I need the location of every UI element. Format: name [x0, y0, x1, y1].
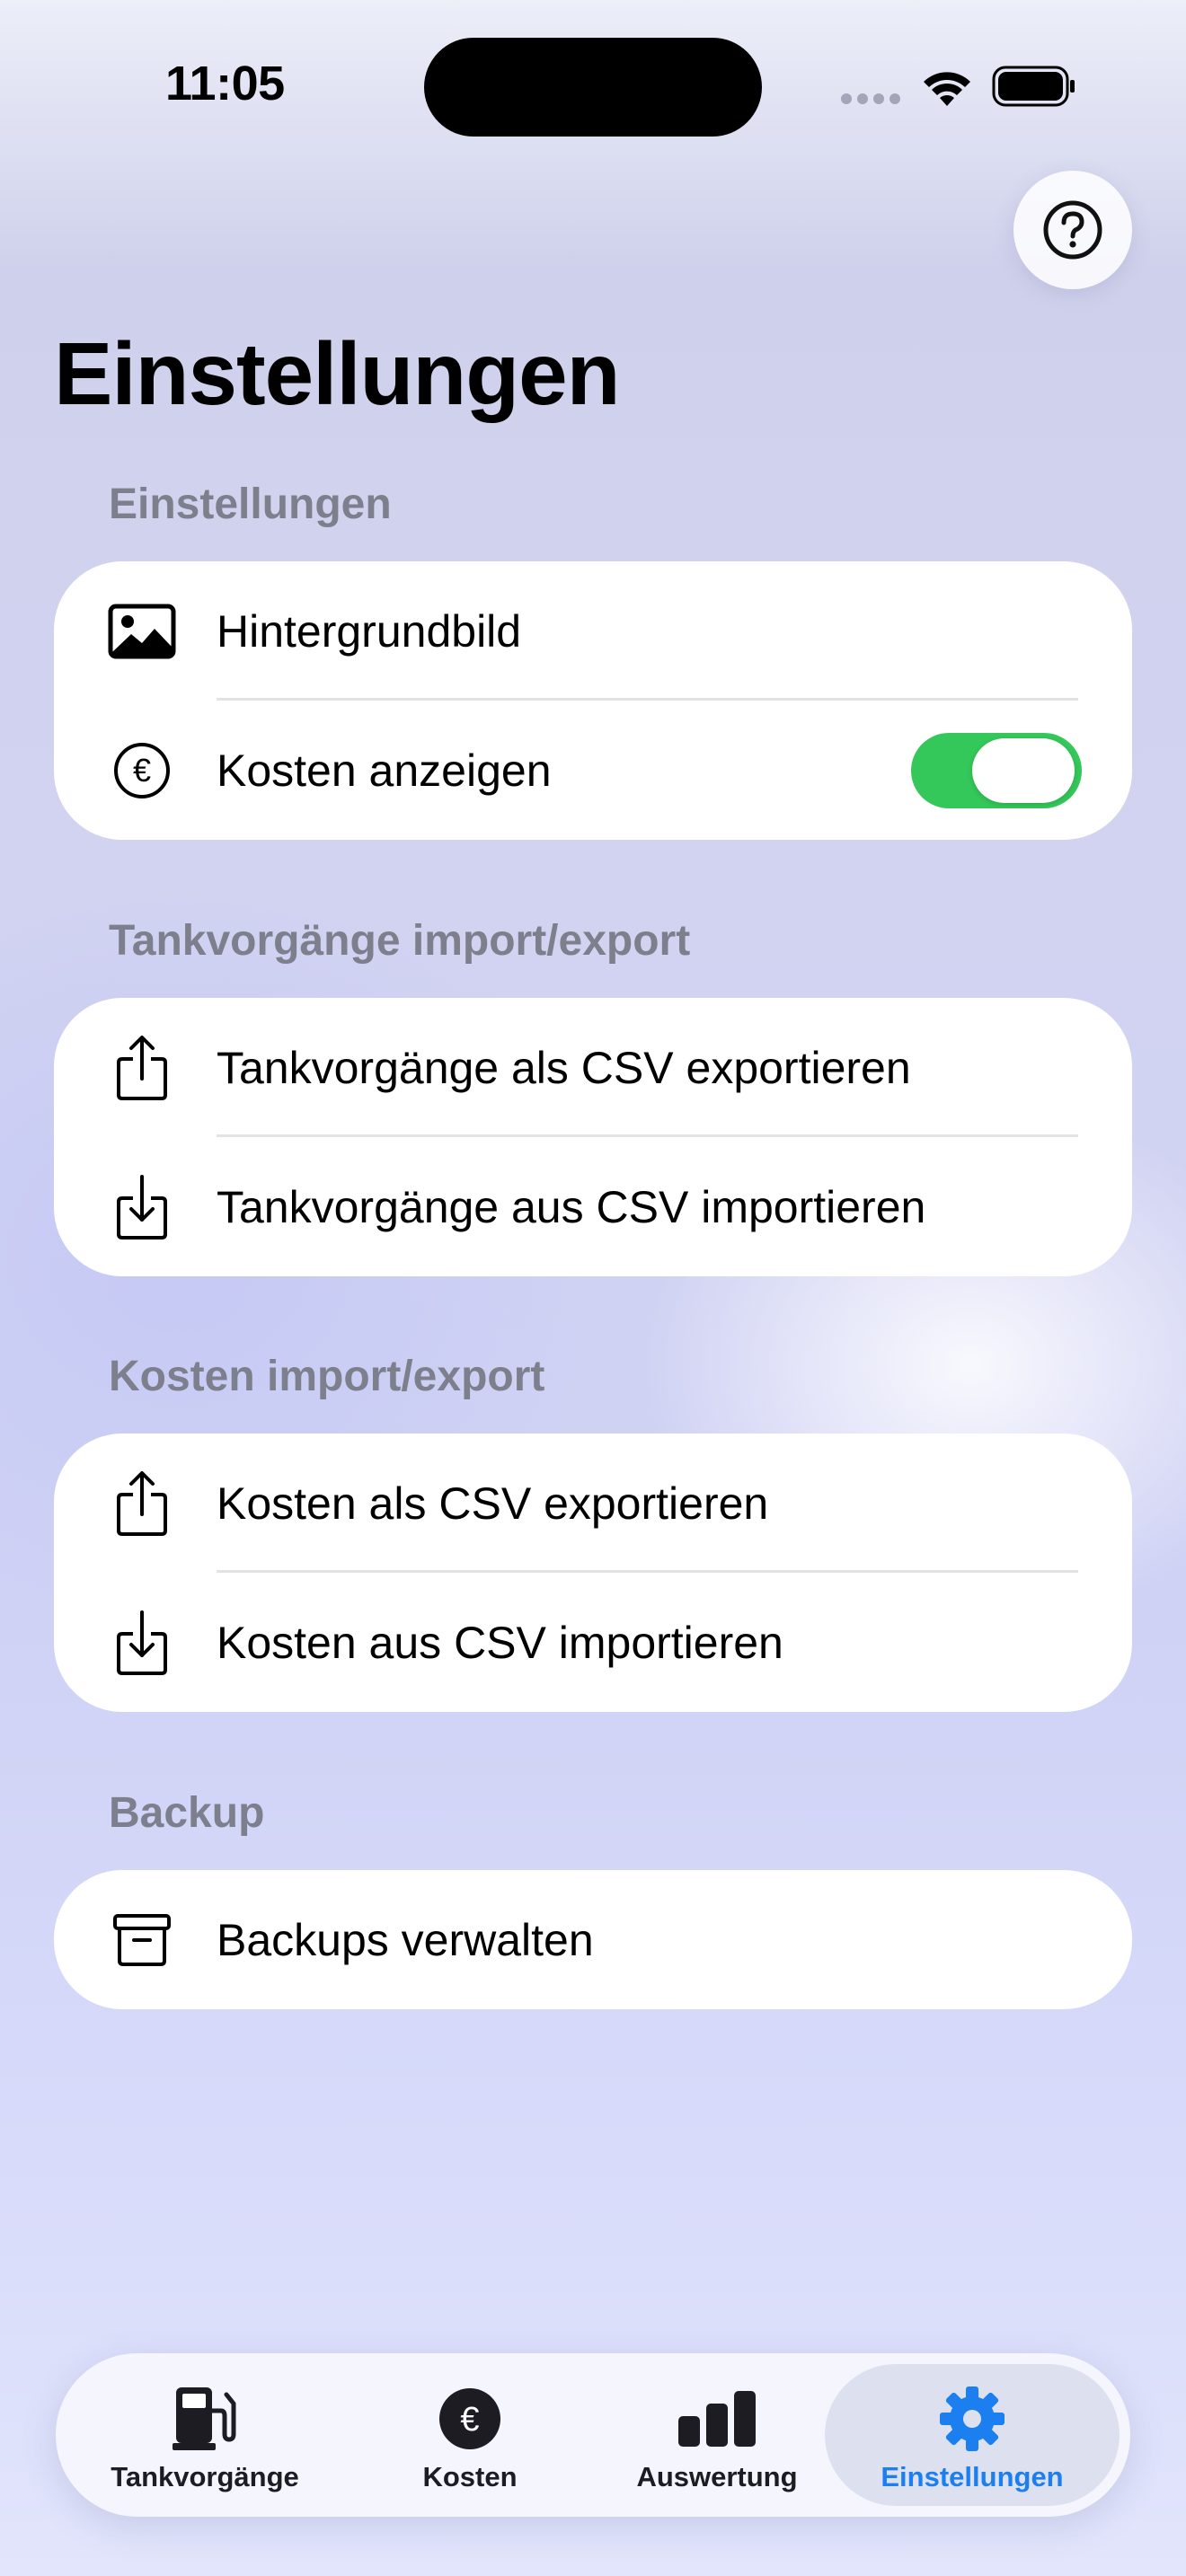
tab-costs[interactable]: € Kosten [394, 2353, 546, 2517]
refuel-import-row[interactable]: Tankvorgänge aus CSV importieren [54, 1137, 1132, 1276]
tab-analysis-label: Auswertung [636, 2461, 798, 2492]
tab-settings-label: Einstellungen [881, 2461, 1064, 2492]
costs-export-row[interactable]: Kosten als CSV exportieren [54, 1434, 1132, 1573]
costs-import-row[interactable]: Kosten aus CSV importieren [54, 1573, 1132, 1712]
wifi-icon [924, 72, 970, 106]
costs-import-export-card: Kosten als CSV exportieren Kosten aus CS… [54, 1434, 1132, 1712]
archive-box-icon [106, 1904, 178, 1976]
manage-backups-row[interactable]: Backups verwalten [54, 1870, 1132, 2009]
section-header-costs-import-export: Kosten import/export [109, 1353, 545, 1400]
share-icon [106, 1468, 178, 1539]
import-icon [106, 1171, 178, 1243]
background-image-row[interactable]: Hintergrundbild [54, 561, 1132, 701]
help-button[interactable] [1013, 171, 1132, 289]
show-costs-row: € Kosten anzeigen [54, 701, 1132, 840]
tab-analysis[interactable]: Auswertung [627, 2353, 807, 2517]
settings-card: Hintergrundbild € Kosten anzeigen [54, 561, 1132, 840]
refuel-import-export-card: Tankvorgänge als CSV exportieren Tankvor… [54, 998, 1132, 1276]
import-icon [106, 1607, 178, 1679]
section-header-settings: Einstellungen [109, 481, 392, 528]
section-header-refuel-import-export: Tankvorgänge import/export [109, 917, 691, 965]
section-header-backup: Backup [109, 1789, 265, 1837]
bar-chart-icon [677, 2384, 757, 2454]
dynamic-island [424, 38, 762, 137]
refuel-export-row[interactable]: Tankvorgänge als CSV exportieren [54, 998, 1132, 1137]
euro-circle-icon: € [438, 2384, 501, 2454]
refuel-import-label: Tankvorgänge aus CSV importieren [217, 1181, 926, 1232]
share-icon [106, 1032, 178, 1104]
question-circle-icon [1043, 200, 1102, 260]
toggle-knob [972, 737, 1075, 803]
cellular-signal-icon [841, 93, 900, 104]
status-time: 11:05 [165, 57, 285, 110]
tab-refuels[interactable]: Tankvorgänge [97, 2353, 313, 2517]
refuel-export-label: Tankvorgänge als CSV exportieren [217, 1042, 911, 1093]
svg-text:€: € [133, 752, 151, 789]
backup-card: Backups verwalten [54, 1870, 1132, 2009]
costs-import-label: Kosten aus CSV importieren [217, 1617, 783, 1668]
tab-costs-label: Kosten [422, 2461, 518, 2492]
tab-bar: Tankvorgänge € Kosten Auswertung Einstel… [56, 2353, 1130, 2517]
euro-circle-icon: € [106, 735, 178, 807]
battery-icon [992, 66, 1075, 107]
gear-icon [939, 2384, 1005, 2454]
show-costs-toggle[interactable] [911, 732, 1082, 808]
fuel-pump-icon [171, 2384, 239, 2454]
costs-export-label: Kosten als CSV exportieren [217, 1478, 769, 1529]
background-image-label: Hintergrundbild [217, 605, 522, 657]
photo-icon [106, 595, 178, 667]
manage-backups-label: Backups verwalten [217, 1914, 594, 1965]
page-title: Einstellungen [54, 324, 621, 423]
tab-refuels-label: Tankvorgänge [111, 2461, 299, 2492]
show-costs-label: Kosten anzeigen [217, 745, 552, 796]
tab-settings[interactable]: Einstellungen [825, 2364, 1120, 2506]
svg-text:€: € [460, 2401, 479, 2439]
